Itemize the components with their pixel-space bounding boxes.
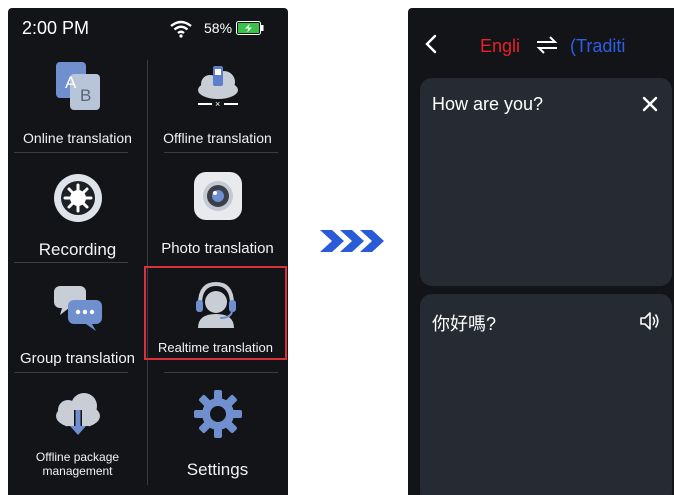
headset-person-icon bbox=[196, 281, 236, 328]
status-bar: 2:00 PM 58% bbox=[8, 8, 288, 48]
tile-label: Realtime translation bbox=[158, 340, 273, 355]
tile-label: Photo translation bbox=[161, 240, 274, 257]
realtime-translation-button[interactable]: Realtime translation bbox=[144, 266, 287, 360]
translate-ab-icon: A B bbox=[56, 62, 100, 110]
camera-icon bbox=[194, 172, 242, 220]
cloud-download-icon bbox=[56, 393, 100, 438]
cloud-offline-icon: × bbox=[198, 66, 238, 109]
main-menu-screen: 2:00 PM 58% A B Online translation × Off… bbox=[8, 8, 288, 495]
tile-label: Online translation bbox=[23, 130, 132, 146]
realtime-translation-screen: Engli (Traditi How are you? 你好嗎? bbox=[408, 8, 674, 495]
svg-text:×: × bbox=[215, 99, 220, 109]
photo-translation-button[interactable]: Photo translation bbox=[148, 162, 287, 272]
grid-divider bbox=[164, 372, 278, 373]
source-language-selector[interactable]: Engli bbox=[480, 36, 520, 57]
tile-label: Offline translation bbox=[163, 130, 272, 146]
offline-translation-button[interactable]: × Offline translation bbox=[148, 52, 287, 162]
recording-button[interactable]: Recording bbox=[8, 162, 147, 272]
tile-label: Recording bbox=[38, 240, 117, 259]
group-translation-button[interactable]: Group translation bbox=[8, 272, 147, 382]
gear-icon bbox=[194, 390, 242, 438]
tile-label-line: Offline package bbox=[35, 450, 120, 464]
status-time: 2:00 PM bbox=[22, 18, 90, 38]
tile-label: Group translation bbox=[19, 350, 136, 367]
source-text-panel[interactable]: How are you? bbox=[420, 78, 672, 286]
settings-button[interactable]: Settings bbox=[148, 382, 287, 492]
close-icon[interactable] bbox=[642, 96, 658, 112]
back-chevron-icon[interactable] bbox=[424, 34, 438, 54]
translated-text-panel: 你好嗎? bbox=[420, 294, 672, 495]
tile-label: Offline package management bbox=[8, 450, 147, 478]
battery-charging-icon bbox=[236, 21, 264, 35]
chat-bubbles-icon bbox=[54, 286, 102, 331]
chevron-arrows-icon bbox=[320, 230, 384, 252]
online-translation-button[interactable]: A B Online translation bbox=[8, 52, 147, 162]
offline-package-management-button[interactable]: Offline package management bbox=[8, 382, 147, 492]
svg-text:B: B bbox=[80, 86, 91, 105]
speaker-icon[interactable] bbox=[638, 310, 660, 332]
tile-label: Settings bbox=[186, 460, 249, 479]
wifi-icon bbox=[170, 20, 192, 38]
swap-languages-icon[interactable] bbox=[536, 36, 558, 54]
tile-label-line: management bbox=[42, 464, 113, 478]
target-language-selector[interactable]: (Traditi bbox=[570, 36, 625, 57]
record-icon bbox=[54, 174, 102, 222]
battery-percentage: 58% bbox=[204, 20, 233, 36]
svg-text:A: A bbox=[65, 73, 77, 92]
translated-text: 你好嗎? bbox=[432, 314, 497, 334]
source-text: How are you? bbox=[432, 94, 544, 114]
